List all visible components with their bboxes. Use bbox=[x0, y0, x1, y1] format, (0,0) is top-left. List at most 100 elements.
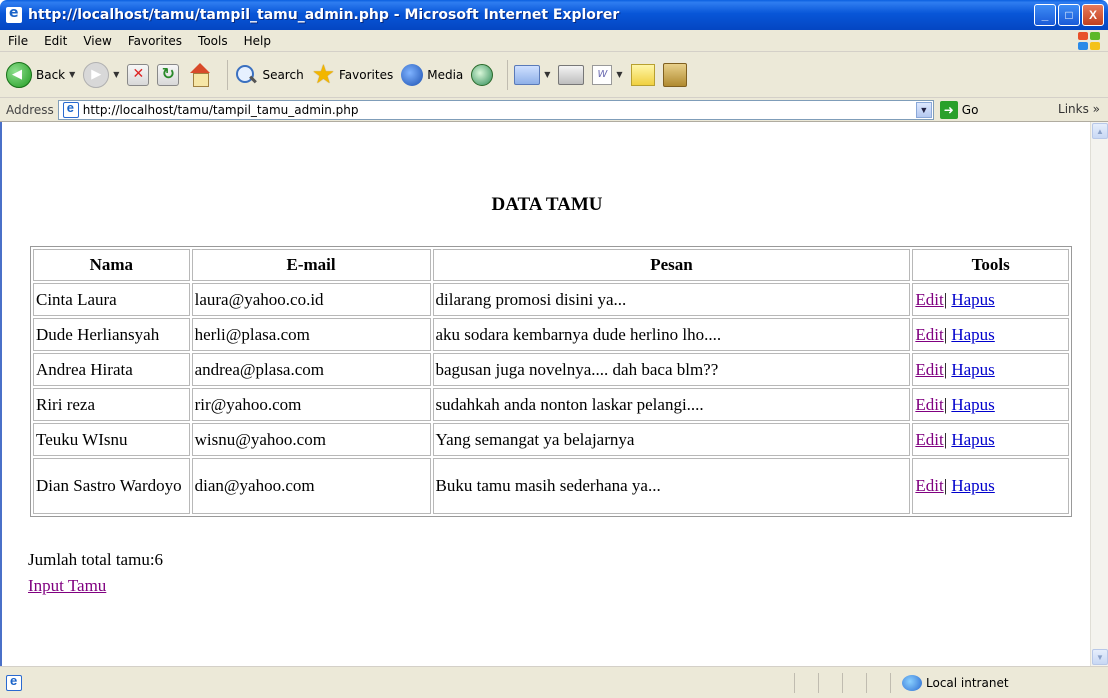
ie-icon bbox=[6, 5, 22, 23]
media-label: Media bbox=[427, 67, 464, 82]
menu-file[interactable]: File bbox=[0, 34, 36, 48]
vertical-scrollbar[interactable]: ▲ ▼ bbox=[1090, 122, 1108, 666]
search-button[interactable]: Search bbox=[234, 63, 304, 87]
links-button[interactable]: Links » bbox=[1058, 102, 1100, 116]
status-divider bbox=[794, 673, 795, 693]
mail-button[interactable]: ▼ bbox=[514, 64, 550, 85]
cell-nama: Cinta Laura bbox=[33, 283, 190, 316]
table-row: Dian Sastro Wardoyo dian@yahoo.com Buku … bbox=[33, 458, 1069, 514]
status-divider bbox=[842, 673, 843, 693]
edit-word-button[interactable]: W ▼ bbox=[592, 64, 623, 85]
tools-separator: | bbox=[943, 476, 948, 495]
edit-link[interactable]: Edit bbox=[915, 325, 943, 344]
window-controls: _ □ X bbox=[1034, 4, 1104, 26]
chevron-down-icon[interactable]: ▼ bbox=[616, 70, 622, 79]
forward-button[interactable]: ▼ bbox=[83, 61, 119, 88]
back-button[interactable]: Back ▼ bbox=[6, 61, 75, 88]
cell-pesan: Buku tamu masih sederhana ya... bbox=[432, 458, 911, 514]
star-icon: ★ bbox=[311, 59, 335, 90]
hapus-link[interactable]: Hapus bbox=[951, 430, 994, 449]
menu-view[interactable]: View bbox=[75, 34, 119, 48]
refresh-button[interactable] bbox=[157, 63, 180, 86]
hapus-link[interactable]: Hapus bbox=[951, 325, 994, 344]
toolbar-separator bbox=[227, 59, 229, 90]
favorites-label: Favorites bbox=[339, 67, 394, 82]
toolbar-separator bbox=[507, 59, 509, 90]
menu-edit[interactable]: Edit bbox=[36, 34, 75, 48]
table-row: Cinta Laura laura@yahoo.co.id dilarang p… bbox=[33, 283, 1069, 316]
status-divider bbox=[866, 673, 867, 693]
maximize-button[interactable]: □ bbox=[1058, 4, 1080, 26]
tools-separator: | bbox=[943, 289, 948, 309]
stop-icon bbox=[127, 63, 150, 86]
hapus-link[interactable]: Hapus bbox=[951, 290, 994, 309]
header-pesan: Pesan bbox=[432, 249, 911, 281]
hapus-link[interactable]: Hapus bbox=[951, 360, 994, 379]
go-arrow-icon: ➜ bbox=[939, 100, 958, 119]
stop-button[interactable] bbox=[127, 63, 150, 86]
menu-favorites[interactable]: Favorites bbox=[120, 34, 190, 48]
edit-link[interactable]: Edit bbox=[915, 360, 943, 379]
status-divider bbox=[818, 673, 819, 693]
cell-pesan: aku sodara kembarnya dude herlino lho...… bbox=[432, 318, 911, 351]
menu-help[interactable]: Help bbox=[236, 34, 279, 48]
note-icon bbox=[630, 63, 655, 86]
scroll-down-icon[interactable]: ▼ bbox=[1092, 649, 1108, 665]
history-icon bbox=[471, 63, 494, 86]
back-arrow-icon bbox=[6, 61, 32, 88]
tools-separator: | bbox=[943, 429, 948, 449]
chevron-down-icon[interactable]: ▼ bbox=[915, 101, 932, 118]
title-bar: http://localhost/tamu/tampil_tamu_admin.… bbox=[0, 0, 1108, 30]
minimize-button[interactable]: _ bbox=[1034, 4, 1056, 26]
cell-pesan: dilarang promosi disini ya... bbox=[432, 283, 911, 316]
refresh-icon bbox=[157, 63, 180, 86]
address-url[interactable]: http://localhost/tamu/tampil_tamu_admin.… bbox=[83, 103, 359, 117]
total-value: 6 bbox=[154, 550, 164, 569]
cell-pesan: bagusan juga novelnya.... dah baca blm?? bbox=[432, 353, 911, 386]
page-title: DATA TAMU bbox=[491, 194, 603, 215]
media-button[interactable]: Media bbox=[401, 63, 464, 86]
hapus-link[interactable]: Hapus bbox=[951, 395, 994, 414]
search-icon bbox=[234, 63, 258, 87]
total-label: Jumlah total tamu: bbox=[28, 550, 155, 569]
input-tamu-link[interactable]: Input Tamu bbox=[28, 576, 106, 595]
cell-tools: Edit| Hapus bbox=[912, 423, 1069, 456]
address-bar: Address http://localhost/tamu/tampil_tam… bbox=[0, 98, 1108, 122]
cell-nama: Teuku WIsnu bbox=[33, 423, 190, 456]
address-label: Address bbox=[6, 102, 54, 117]
cell-tools: Edit| Hapus bbox=[912, 318, 1069, 351]
home-button[interactable] bbox=[187, 62, 213, 87]
go-button[interactable]: ➜ Go bbox=[939, 100, 978, 119]
edit-link[interactable]: Edit bbox=[915, 476, 943, 495]
edit-link[interactable]: Edit bbox=[915, 290, 943, 309]
notes-button[interactable] bbox=[630, 63, 655, 86]
page-icon bbox=[6, 673, 22, 691]
intranet-icon bbox=[902, 675, 922, 691]
print-icon bbox=[558, 64, 585, 85]
cell-pesan: Yang semangat ya belajarnya bbox=[432, 423, 911, 456]
cell-pesan: sudahkah anda nonton laskar pelangi.... bbox=[432, 388, 911, 421]
messenger-button[interactable] bbox=[662, 62, 687, 87]
tools-separator: | bbox=[943, 324, 948, 344]
edit-link[interactable]: Edit bbox=[915, 395, 943, 414]
scroll-up-icon[interactable]: ▲ bbox=[1092, 123, 1108, 139]
edit-link[interactable]: Edit bbox=[915, 430, 943, 449]
hapus-link[interactable]: Hapus bbox=[951, 476, 994, 495]
search-label: Search bbox=[262, 67, 304, 82]
word-icon: W bbox=[592, 64, 613, 85]
menu-bar: File Edit View Favorites Tools Help bbox=[0, 30, 1108, 52]
chevron-down-icon[interactable]: ▼ bbox=[113, 70, 119, 79]
address-input[interactable]: http://localhost/tamu/tampil_tamu_admin.… bbox=[57, 99, 934, 120]
print-button[interactable] bbox=[558, 64, 585, 85]
close-button[interactable]: X bbox=[1082, 4, 1104, 26]
history-button[interactable] bbox=[471, 63, 494, 86]
menu-tools[interactable]: Tools bbox=[190, 34, 236, 48]
cell-nama: Dude Herliansyah bbox=[33, 318, 190, 351]
favorites-button[interactable]: ★ Favorites bbox=[311, 59, 394, 90]
chevron-down-icon[interactable]: ▼ bbox=[544, 70, 550, 79]
cell-email: wisnu@yahoo.com bbox=[191, 423, 431, 456]
cell-email: dian@yahoo.com bbox=[191, 458, 431, 514]
status-divider bbox=[890, 673, 891, 693]
total-guests: Jumlah total tamu:6 bbox=[28, 550, 163, 570]
chevron-down-icon[interactable]: ▼ bbox=[69, 70, 75, 79]
